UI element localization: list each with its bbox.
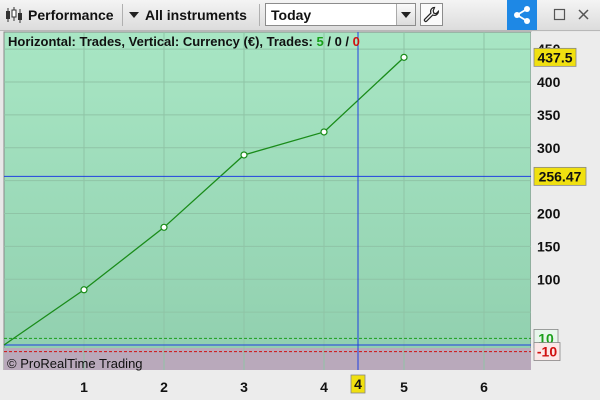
crosshair-y-label: 256.47 (539, 168, 582, 184)
chart-area[interactable]: 100150200250300350400450 123456 437.5256… (0, 30, 600, 400)
scope-dropdown[interactable]: All instruments (128, 0, 247, 30)
period-value: Today (271, 7, 312, 23)
data-point (320, 128, 328, 136)
neutral-count: 0 (334, 34, 342, 49)
y-tick-label: 300 (537, 140, 561, 156)
losses-count: 0 (352, 34, 360, 49)
performance-button[interactable]: Performance (4, 0, 114, 30)
close-icon (577, 8, 589, 20)
y-tick-label: 150 (537, 238, 561, 254)
restore-window-icon (553, 8, 565, 20)
data-point (80, 286, 88, 294)
wins-count: 5 (316, 34, 324, 49)
x-tick-label: 5 (400, 379, 408, 395)
chart-title: Horizontal: Trades, Vertical: Currency (… (8, 34, 360, 49)
app-title: Performance (28, 7, 114, 23)
period-select[interactable]: Today (265, 3, 416, 26)
wrench-icon (423, 6, 440, 23)
x-tick-label: 2 (160, 379, 168, 395)
y-tick-label: 400 (537, 74, 561, 90)
share-button[interactable] (507, 0, 537, 30)
scope-label: All instruments (145, 7, 247, 23)
x-tick-label: 6 (480, 379, 488, 395)
toolbar: Performance All instruments Today (0, 0, 600, 31)
share-icon (514, 6, 530, 24)
performance-chart[interactable]: 100150200250300350400450 123456 437.5256… (0, 30, 600, 400)
chevron-down-icon[interactable] (396, 4, 415, 25)
x-axis-panel (0, 370, 600, 400)
y-tick-label: 200 (537, 206, 561, 222)
chevron-down-icon (129, 12, 139, 18)
x-tick-label: 1 (80, 379, 88, 395)
y-tick-label: 350 (537, 107, 561, 123)
crosshair-x-label: 4 (354, 376, 362, 392)
data-point (400, 53, 408, 61)
close-window-button[interactable] (575, 6, 591, 22)
x-tick-label: 3 (240, 379, 248, 395)
data-point (160, 223, 168, 231)
settings-button[interactable] (420, 3, 443, 26)
y-tick-label: 100 (537, 271, 561, 287)
toolbar-separator (259, 4, 260, 26)
candlestick-icon (6, 7, 22, 23)
last-value-label: 437.5 (537, 49, 572, 65)
toolbar-separator (122, 4, 123, 26)
plot-area (3, 31, 532, 371)
lower-threshold-label: -10 (537, 344, 557, 360)
data-point (240, 151, 248, 159)
watermark: © ProRealTime Trading (7, 356, 143, 371)
restore-window-button[interactable] (551, 6, 567, 22)
x-tick-label: 4 (320, 379, 328, 395)
